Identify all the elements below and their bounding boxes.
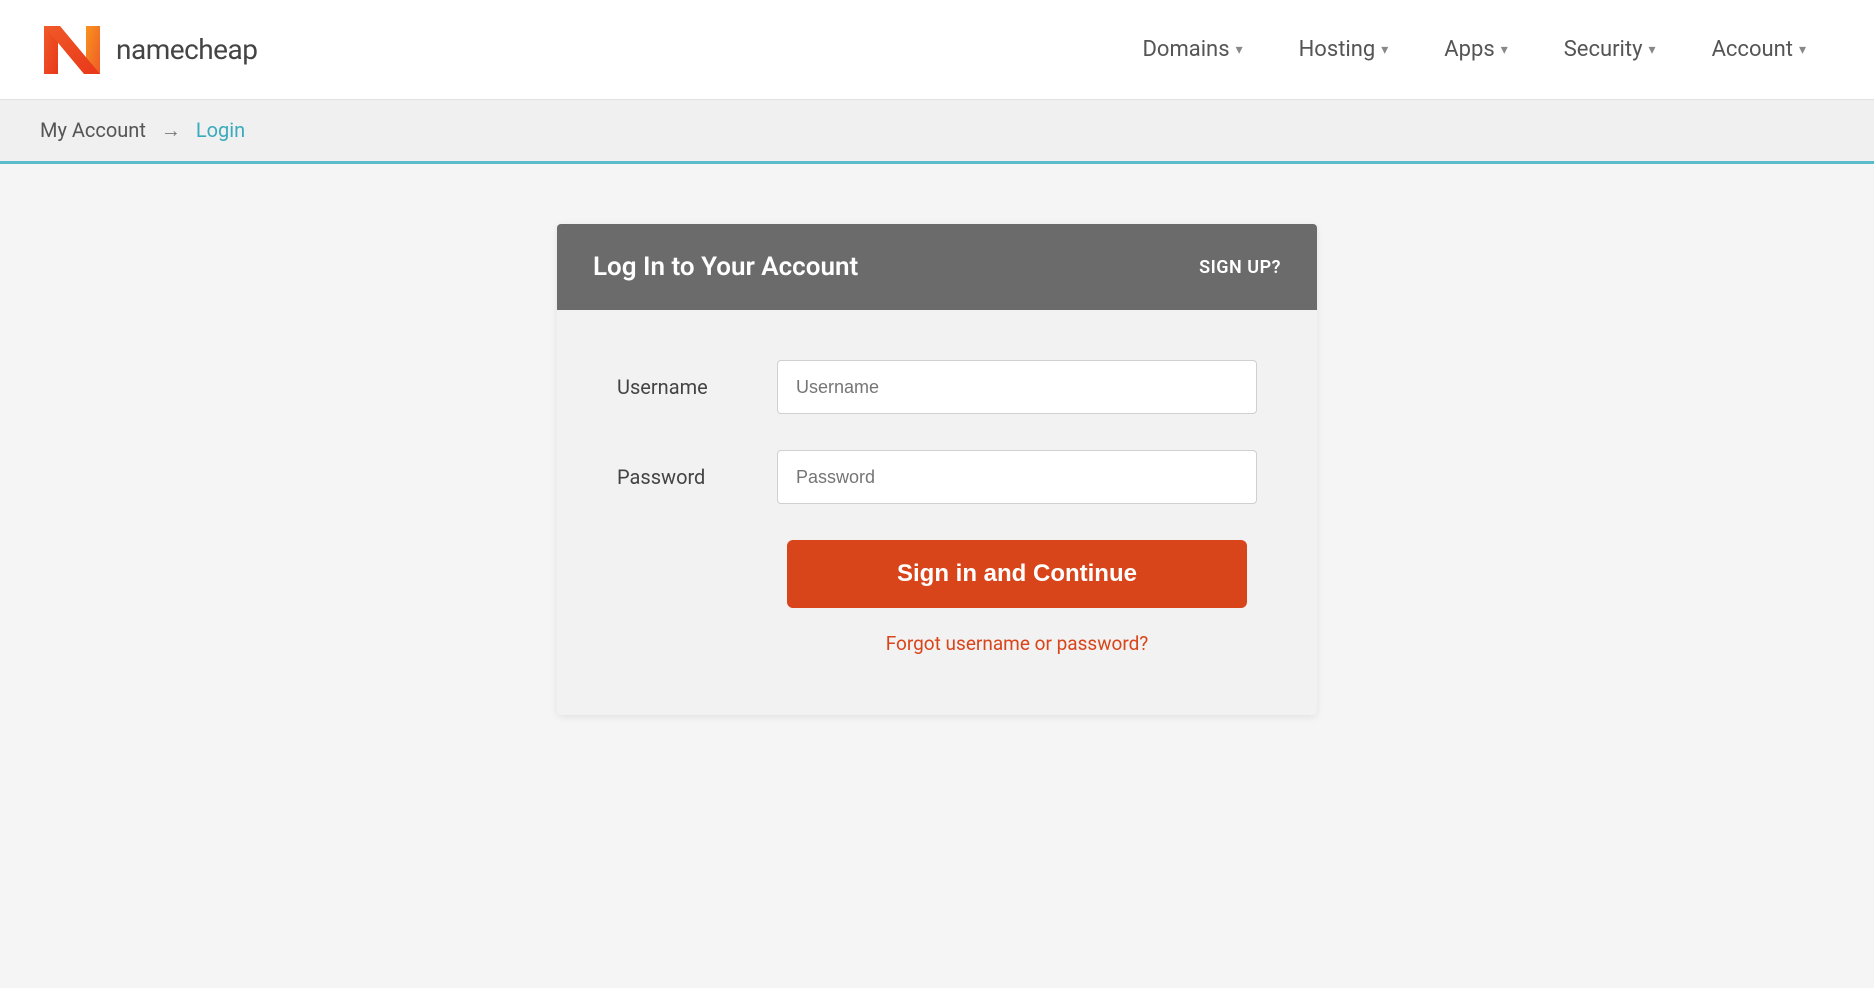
nav-link-hosting[interactable]: Hosting ▾ bbox=[1299, 37, 1389, 62]
breadcrumb-separator: → bbox=[161, 118, 181, 142]
logo-text: namecheap bbox=[116, 33, 257, 66]
breadcrumb: My Account → Login bbox=[40, 118, 245, 142]
breadcrumb-root: My Account bbox=[40, 118, 146, 142]
nav-link-apps[interactable]: Apps ▾ bbox=[1444, 37, 1507, 62]
login-card: Log In to Your Account SIGN UP? Username… bbox=[557, 224, 1317, 715]
nav-link-account[interactable]: Account ▾ bbox=[1712, 37, 1806, 62]
nav-menu: Domains ▾ Hosting ▾ Apps ▾ Security ▾ Ac bbox=[1114, 37, 1834, 62]
chevron-down-icon: ▾ bbox=[1799, 42, 1806, 58]
username-form-group: Username bbox=[617, 360, 1257, 414]
username-label: Username bbox=[617, 375, 777, 399]
password-form-group: Password bbox=[617, 450, 1257, 504]
forgot-password-link[interactable]: Forgot username or password? bbox=[886, 632, 1149, 655]
nav-link-domains[interactable]: Domains ▾ bbox=[1142, 37, 1242, 62]
chevron-down-icon: ▾ bbox=[1501, 42, 1508, 58]
breadcrumb-bar: My Account → Login bbox=[0, 100, 1874, 164]
nav-item-domains[interactable]: Domains ▾ bbox=[1114, 37, 1270, 62]
logo-link[interactable]: namecheap bbox=[40, 18, 257, 82]
card-header: Log In to Your Account SIGN UP? bbox=[557, 224, 1317, 310]
chevron-down-icon: ▾ bbox=[1236, 42, 1243, 58]
nav-item-security[interactable]: Security ▾ bbox=[1536, 37, 1684, 62]
sign-in-button[interactable]: Sign in and Continue bbox=[787, 540, 1247, 608]
namecheap-logo-icon bbox=[40, 18, 104, 82]
nav-item-hosting[interactable]: Hosting ▾ bbox=[1271, 37, 1417, 62]
signup-link[interactable]: SIGN UP? bbox=[1199, 257, 1281, 278]
submit-area: Sign in and Continue Forgot username or … bbox=[777, 540, 1257, 655]
nav-link-security[interactable]: Security ▾ bbox=[1564, 37, 1656, 62]
username-input[interactable] bbox=[777, 360, 1257, 414]
main-content: Log In to Your Account SIGN UP? Username… bbox=[0, 164, 1874, 775]
password-label: Password bbox=[617, 465, 777, 489]
card-body: Username Password Sign in and Continue F… bbox=[557, 310, 1317, 715]
breadcrumb-current: Login bbox=[196, 118, 245, 142]
navbar: namecheap Domains ▾ Hosting ▾ Apps ▾ Sec… bbox=[0, 0, 1874, 100]
chevron-down-icon: ▾ bbox=[1381, 42, 1388, 58]
chevron-down-icon: ▾ bbox=[1649, 42, 1656, 58]
password-input[interactable] bbox=[777, 450, 1257, 504]
card-title: Log In to Your Account bbox=[593, 252, 858, 282]
nav-item-account[interactable]: Account ▾ bbox=[1684, 37, 1834, 62]
nav-item-apps[interactable]: Apps ▾ bbox=[1416, 37, 1535, 62]
